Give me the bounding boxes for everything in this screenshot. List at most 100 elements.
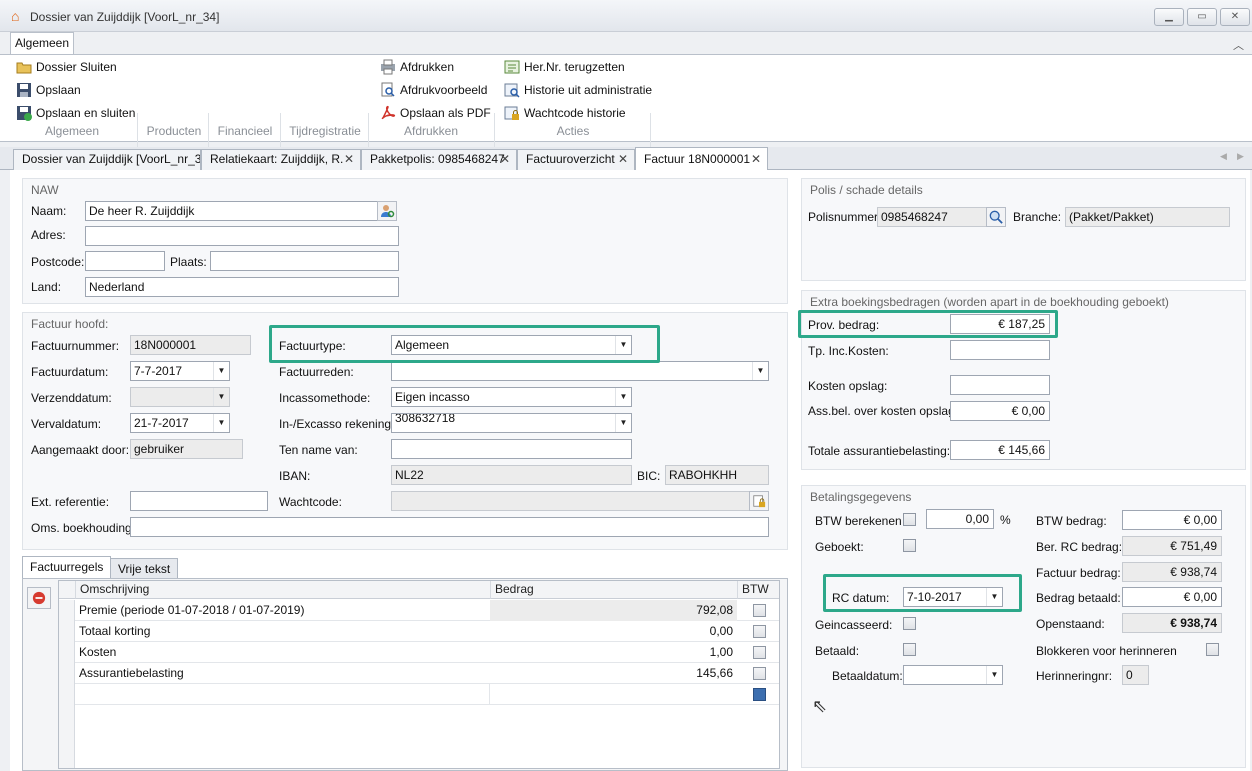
dropdown-arrow-icon[interactable]: ▼ — [752, 362, 768, 380]
wachtcode-historie-button[interactable]: Wachtcode historie — [502, 103, 626, 123]
betaald-label: Betaald: — [815, 644, 860, 658]
oms-boekhouding-field[interactable] — [130, 517, 769, 537]
factuurnummer-label: Factuurnummer: — [31, 339, 120, 353]
maximize-button[interactable]: ▭ — [1187, 8, 1217, 26]
vervaldatum-label: Vervaldatum: — [31, 417, 102, 431]
tab-pakketpolis[interactable]: Pakketpolis: 0985468247 ✕ — [361, 149, 517, 170]
row-btw-checkbox[interactable] — [753, 625, 766, 638]
ber-rc-bedrag-label: Ber. RC bedrag: — [1036, 540, 1123, 554]
tab-dossier[interactable]: Dossier van Zuijddijk [VoorL_nr_34] — [13, 149, 201, 170]
column-header[interactable]: Omschrijving — [75, 581, 490, 599]
close-tab-icon[interactable]: ✕ — [344, 150, 354, 169]
adres-label: Adres: — [31, 228, 66, 242]
dropdown-arrow-icon[interactable]: ▼ — [615, 388, 631, 406]
ext-referentie-field[interactable] — [130, 491, 268, 511]
table-row[interactable]: Kosten 1,00 — [59, 642, 779, 663]
close-tab-icon[interactable]: ✕ — [500, 150, 510, 169]
row-btw-checkbox[interactable] — [753, 667, 766, 680]
tab-scroll-left-icon[interactable]: ◀ — [1220, 151, 1227, 162]
save-close-icon — [17, 106, 32, 121]
dossier-sluiten-button[interactable]: Dossier Sluiten — [14, 57, 117, 77]
geboekt-checkbox[interactable] — [903, 539, 916, 552]
tab-vrije-tekst[interactable]: Vrije tekst — [110, 558, 179, 580]
kosten-opslag-field[interactable] — [950, 375, 1050, 395]
delete-row-button[interactable] — [27, 587, 51, 609]
table-row[interactable]: Assurantiebelasting 145,66 — [59, 663, 779, 684]
assbel-label: Ass.bel. over kosten opslag: — [808, 404, 959, 418]
totale-assurantiebelasting-label: Totale assurantiebelasting: — [808, 444, 951, 458]
percent-sign: % — [1000, 513, 1011, 527]
branche-field: (Pakket/Pakket) — [1065, 207, 1230, 227]
mouse-cursor-icon: ⇖ — [812, 696, 828, 716]
dropdown-arrow-icon[interactable]: ▼ — [615, 414, 631, 432]
polisnummer-label: Polisnummer: — [808, 210, 882, 224]
afdrukvoorbeeld-button[interactable]: Afdrukvoorbeeld — [378, 80, 487, 100]
new-row-omschrijving[interactable] — [75, 684, 490, 705]
vervaldatum-field[interactable]: 21-7-2017 ▼ — [130, 413, 230, 433]
bedrag-betaald-field[interactable]: € 0,00 — [1122, 587, 1222, 607]
opslaan-button[interactable]: Opslaan — [14, 80, 81, 100]
factuurdatum-field[interactable]: 7-7-2017 ▼ — [130, 361, 230, 381]
btw-bedrag-field[interactable]: € 0,00 — [1122, 510, 1222, 530]
polis-search-button[interactable] — [986, 207, 1006, 227]
ribbon-collapse-icon[interactable]: ︿ — [1233, 37, 1244, 53]
her-nr-terugzetten-button[interactable]: Her.Nr. terugzetten — [502, 57, 625, 77]
openstaand-field: € 938,74 — [1122, 613, 1222, 633]
dropdown-arrow-icon[interactable]: ▼ — [986, 666, 1002, 684]
new-row[interactable]: * — [59, 684, 779, 705]
assbel-field[interactable]: € 0,00 — [950, 401, 1050, 421]
tp-inc-kosten-field[interactable] — [950, 340, 1050, 360]
historie-uit-administratie-button[interactable]: Historie uit administratie — [502, 80, 652, 100]
btw-berekenen-checkbox[interactable] — [903, 513, 916, 526]
ribbon-tab-algemeen[interactable]: Algemeen — [10, 32, 74, 55]
incassomethode-select[interactable]: Eigen incasso ▼ — [391, 387, 632, 407]
afdrukken-button[interactable]: Afdrukken — [378, 57, 454, 77]
postcode-field[interactable] — [85, 251, 165, 271]
tab-scroll-right-icon[interactable]: ▶ — [1237, 151, 1244, 162]
btw-percentage-field[interactable]: 0,00 — [926, 509, 994, 529]
dropdown-arrow-icon[interactable]: ▼ — [213, 414, 229, 432]
geincasseerd-checkbox[interactable] — [903, 617, 916, 630]
highlight-rc-datum — [823, 574, 1022, 612]
column-header[interactable]: BTW — [737, 581, 779, 599]
table-row[interactable]: ▶ Premie (periode 01-07-2018 / 01-07-201… — [59, 600, 779, 621]
betaald-checkbox[interactable] — [903, 643, 916, 656]
row-btw-checkbox[interactable] — [753, 604, 766, 617]
adres-field[interactable] — [85, 226, 399, 246]
close-window-button[interactable]: ✕ — [1220, 8, 1250, 26]
betaaldatum-field[interactable]: ▼ — [903, 665, 1003, 685]
print-preview-icon — [381, 82, 395, 97]
group-label-algemeen: Algemeen — [44, 124, 100, 138]
opslaan-en-sluiten-button[interactable]: Opslaan en sluiten — [14, 103, 135, 123]
new-row-btw-checkbox[interactable] — [753, 688, 766, 701]
blokkeren-checkbox[interactable] — [1206, 643, 1219, 656]
tab-relatiekaart[interactable]: Relatiekaart: Zuijddijk, R. ✕ — [201, 149, 361, 170]
factuurreden-label: Factuurreden: — [279, 365, 354, 379]
plaats-field[interactable] — [210, 251, 399, 271]
column-header[interactable]: Bedrag — [490, 581, 737, 599]
aangemaakt-door-field: gebruiker — [130, 439, 243, 459]
land-field[interactable]: Nederland — [85, 277, 399, 297]
table-row[interactable]: Totaal korting 0,00 — [59, 621, 779, 642]
ten-name-van-field[interactable] — [391, 439, 632, 459]
search-icon — [989, 210, 1003, 224]
close-tab-icon[interactable]: ✕ — [618, 150, 628, 169]
factuurreden-select[interactable]: ▼ — [391, 361, 769, 381]
tab-factuurregels[interactable]: Factuurregels — [22, 556, 112, 580]
wachtcode-lookup-button[interactable] — [749, 491, 769, 511]
dropdown-arrow-icon[interactable]: ▼ — [213, 362, 229, 380]
group-label-tijdregistratie: Tijdregistratie — [289, 124, 361, 138]
naam-field[interactable]: De heer R. Zuijddijk — [85, 201, 378, 221]
invoice-form: NAW Naam: De heer R. Zuijddijk Adres: Po… — [10, 170, 1250, 771]
rekening-select[interactable]: 308632718 ▼ — [391, 413, 632, 433]
lock-history-icon — [504, 106, 519, 120]
tab-factuuroverzicht[interactable]: Factuuroverzicht ✕ — [517, 149, 635, 170]
opslaan-als-pdf-button[interactable]: Opslaan als PDF — [378, 103, 491, 123]
row-btw-checkbox[interactable] — [753, 646, 766, 659]
minimize-button[interactable]: ▁ — [1154, 8, 1184, 26]
close-tab-icon[interactable]: ✕ — [751, 148, 761, 170]
tab-factuur[interactable]: Factuur 18N000001 ✕ — [635, 147, 768, 171]
lookup-relation-button[interactable] — [377, 201, 397, 221]
tp-inc-kosten-label: Tp. Inc.Kosten: — [808, 344, 889, 358]
bedrag-betaald-label: Bedrag betaald: — [1036, 591, 1121, 605]
